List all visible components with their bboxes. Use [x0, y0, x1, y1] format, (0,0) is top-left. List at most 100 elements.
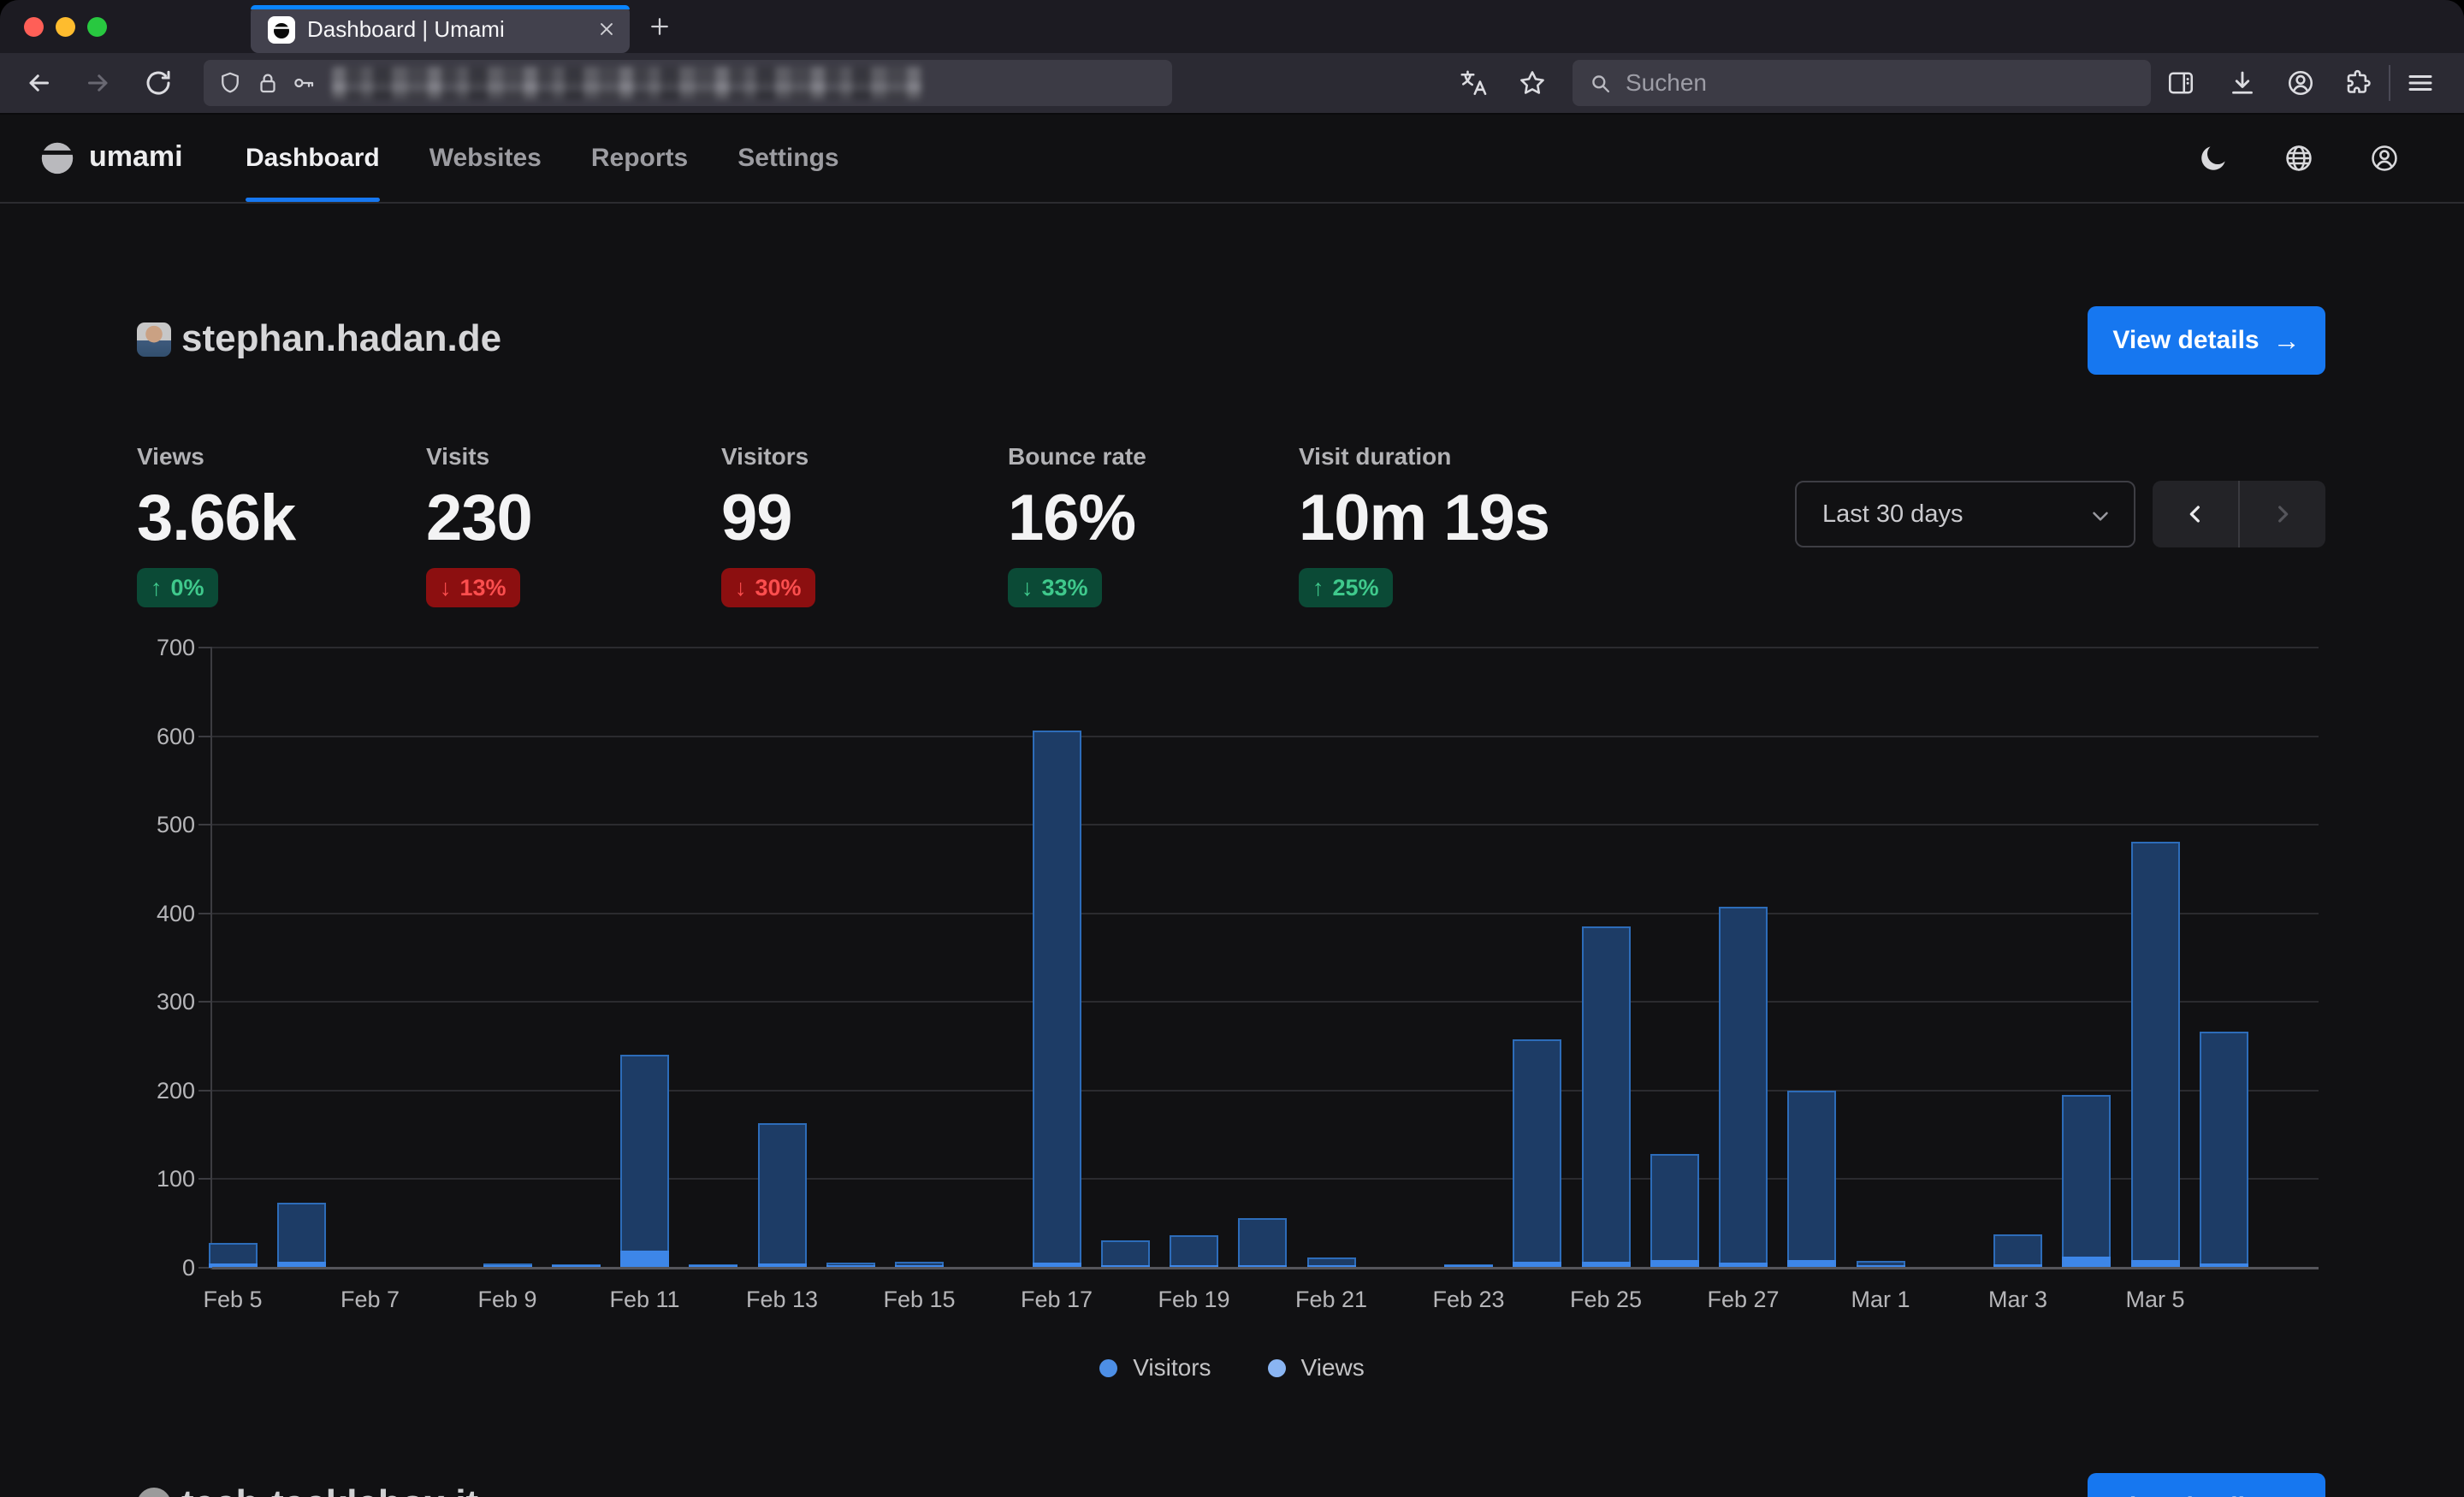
legend-item-visitors[interactable]: Visitors	[1099, 1354, 1211, 1382]
metric-visits: Visits230↓13%	[426, 443, 489, 470]
chart-legend: Visitors Views	[137, 1354, 2327, 1382]
nav-items: Dashboard Websites Reports Settings	[246, 115, 839, 202]
metric-label: Visitors	[721, 443, 808, 470]
bookmark-star-icon[interactable]	[1517, 68, 1548, 98]
shield-icon[interactable]	[217, 70, 243, 96]
nav-item-reports[interactable]: Reports	[591, 115, 688, 202]
date-pager	[2153, 481, 2325, 547]
bar-views-mar-3[interactable]	[1993, 1234, 2042, 1268]
downloads-icon[interactable]	[2227, 68, 2258, 98]
date-range-select[interactable]: Last 30 days	[1795, 481, 2135, 547]
search-icon	[1588, 71, 1612, 95]
x-axis-label: Feb 17	[1001, 1287, 1112, 1313]
metric-visit-duration: Visit duration10m 19s↑25%	[1299, 443, 1451, 470]
legend-item-views[interactable]: Views	[1268, 1354, 1365, 1382]
legend-label: Visitors	[1133, 1354, 1211, 1382]
search-input[interactable]	[1624, 68, 2106, 98]
back-icon[interactable]	[23, 68, 54, 98]
menu-hamburger-icon[interactable]	[2405, 68, 2436, 98]
next-website-title[interactable]: tech-tacklebox.it	[181, 1483, 478, 1497]
search-bar[interactable]	[1573, 60, 2151, 106]
gridline-100	[212, 1178, 2319, 1180]
browser-tab-active[interactable]: Dashboard | Umami	[251, 5, 630, 53]
y-axis-label: 400	[137, 900, 195, 927]
next-view-details-button[interactable]: View details →	[2088, 1473, 2325, 1497]
lock-icon[interactable]	[255, 70, 281, 96]
bar-views-feb-6[interactable]	[277, 1203, 326, 1268]
window-close-button[interactable]	[24, 17, 44, 37]
change-percent: 33%	[1042, 575, 1088, 601]
website-favicon	[137, 322, 171, 357]
account-icon[interactable]	[2285, 68, 2316, 98]
x-axis-label: Feb 11	[589, 1287, 701, 1313]
gridline-600	[212, 736, 2319, 737]
bar-views-feb-27[interactable]	[1719, 907, 1768, 1268]
theme-toggle-moon-icon[interactable]	[2197, 142, 2230, 175]
bar-views-feb-18[interactable]	[1101, 1240, 1150, 1268]
translate-icon[interactable]	[1459, 68, 1490, 98]
metric-visitors: Visitors99↓30%	[721, 443, 808, 470]
x-axis-label: Feb 5	[177, 1287, 288, 1313]
bar-visitors-feb-11[interactable]	[620, 1251, 669, 1268]
x-axis-label: Feb 15	[864, 1287, 975, 1313]
previous-period-button[interactable]	[2153, 481, 2238, 547]
nav-item-dashboard[interactable]: Dashboard	[246, 115, 380, 202]
metric-change-badge: ↓13%	[426, 568, 520, 607]
website-title[interactable]: stephan.hadan.de	[181, 318, 501, 359]
browser-titlebar: Dashboard | Umami	[0, 0, 2464, 53]
x-axis-label: Mar 5	[2100, 1287, 2211, 1313]
url-bar[interactable]	[204, 60, 1172, 106]
nav-item-settings[interactable]: Settings	[737, 115, 838, 202]
gridline-400	[212, 913, 2319, 914]
metric-label: Views	[137, 443, 204, 470]
reload-icon[interactable]	[143, 68, 174, 98]
y-axis-label: 600	[137, 723, 195, 750]
x-axis-label: Feb 9	[452, 1287, 563, 1313]
browser-toolbar	[0, 53, 2464, 115]
bar-views-mar-4[interactable]	[2062, 1095, 2111, 1268]
y-axis-label: 0	[137, 1254, 195, 1281]
x-axis-label: Feb 13	[726, 1287, 838, 1313]
panel-icon[interactable]	[2165, 68, 2196, 98]
forward-icon[interactable]	[83, 68, 114, 98]
brand-name[interactable]: umami	[89, 140, 183, 174]
window-minimize-button[interactable]	[56, 17, 75, 37]
bar-views-feb-17[interactable]	[1033, 731, 1081, 1268]
extensions-icon[interactable]	[2343, 68, 2374, 98]
x-axis-label: Mar 3	[1963, 1287, 2074, 1313]
bar-views-feb-24[interactable]	[1513, 1039, 1561, 1268]
window-zoom-button[interactable]	[87, 17, 107, 37]
bar-views-feb-28[interactable]	[1787, 1091, 1836, 1268]
nav-item-websites[interactable]: Websites	[429, 115, 542, 202]
legend-dot-icon	[1099, 1359, 1117, 1377]
gridline-700	[212, 647, 2319, 648]
metric-change-badge: ↑0%	[137, 568, 218, 607]
bar-views-feb-13[interactable]	[758, 1123, 807, 1268]
next-website-favicon	[137, 1488, 171, 1497]
y-axis-label: 300	[137, 988, 195, 1015]
umami-app: umami Dashboard Websites Reports Settings s…	[0, 115, 2464, 1497]
metric-label: Bounce rate	[1008, 443, 1146, 470]
umami-logo-icon[interactable]	[38, 137, 77, 176]
bar-views-mar-6[interactable]	[2200, 1032, 2248, 1268]
next-view-details-label: View details	[2112, 1493, 2259, 1497]
view-details-button[interactable]: View details →	[2088, 306, 2325, 375]
bar-views-mar-5[interactable]	[2131, 842, 2180, 1268]
date-range-label: Last 30 days	[1822, 500, 1963, 529]
bar-views-feb-19[interactable]	[1170, 1235, 1218, 1268]
new-tab-button[interactable]	[647, 14, 672, 39]
arrow-down-icon: ↓	[440, 575, 452, 601]
language-globe-icon[interactable]	[2283, 142, 2315, 175]
y-axis-label: 100	[137, 1165, 195, 1192]
bar-views-feb-25[interactable]	[1582, 926, 1631, 1268]
bar-views-feb-26[interactable]	[1650, 1154, 1699, 1268]
bar-views-feb-20[interactable]	[1238, 1218, 1287, 1268]
metric-value: 3.66k	[137, 481, 295, 555]
key-icon[interactable]	[291, 70, 317, 96]
tab-close-icon[interactable]	[595, 18, 618, 40]
next-period-button[interactable]	[2240, 481, 2325, 547]
x-axis-label: Feb 7	[315, 1287, 426, 1313]
tab-title: Dashboard | Umami	[307, 5, 505, 53]
bar-views-feb-11[interactable]	[620, 1055, 669, 1268]
profile-icon[interactable]	[2368, 142, 2401, 175]
